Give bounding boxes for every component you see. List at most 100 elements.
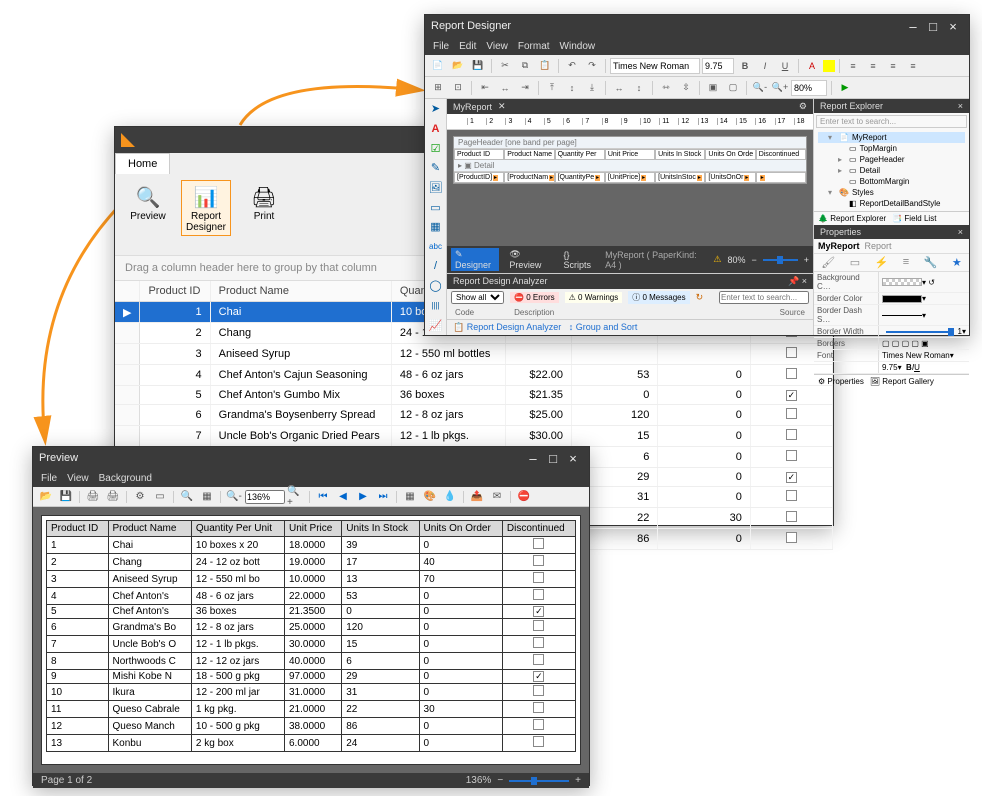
tree-style1[interactable]: ◧ ReportDetailBandStyle <box>818 198 965 209</box>
align-justify-icon[interactable]: ≡ <box>904 57 922 75</box>
line-icon[interactable]: / <box>425 256 446 276</box>
align-left-icon[interactable]: ≡ <box>844 57 862 75</box>
props-object[interactable]: MyReport Report <box>814 239 969 254</box>
bordercolor-swatch[interactable] <box>882 295 922 303</box>
table-icon[interactable]: ▦ <box>425 217 446 237</box>
explorer-close[interactable]: × <box>958 101 963 111</box>
tree-styles[interactable]: ▾🎨 Styles <box>818 187 965 198</box>
print-button[interactable]: 🖨 Print <box>239 180 289 236</box>
prev-color-icon[interactable]: 🎨 <box>421 489 439 505</box>
zoom-out-btn[interactable]: − <box>751 255 756 265</box>
doc-close-icon[interactable]: ✕ <box>498 101 506 112</box>
prev-open-icon[interactable]: 📂 <box>37 489 55 505</box>
view-preview[interactable]: 👁 Preview <box>505 248 553 271</box>
prev-menu-view[interactable]: View <box>67 473 89 484</box>
prop-cat-data[interactable]: ≡ <box>903 256 909 269</box>
prev-email-icon[interactable]: ✉ <box>488 489 506 505</box>
table-row[interactable]: 6Grandma's Boysenberry Spread12 - 8 oz j… <box>115 405 833 426</box>
prev-first-icon[interactable]: ⏮ <box>314 489 332 505</box>
barcode-icon[interactable]: |||| <box>425 296 446 316</box>
redo-icon[interactable]: ↷ <box>583 57 601 75</box>
tree-detail[interactable]: ▸▭ Detail <box>818 165 965 176</box>
status-zoom-in[interactable]: + <box>575 775 581 786</box>
bringfront-icon[interactable]: ▣ <box>704 79 722 97</box>
prev-maximize[interactable]: □ <box>543 451 563 466</box>
open-icon[interactable]: 📂 <box>449 57 467 75</box>
view-scripts[interactable]: {} Scripts <box>560 249 600 271</box>
status-zoom-out[interactable]: − <box>497 775 503 786</box>
font-editor[interactable]: Times New Roman <box>882 351 950 360</box>
menu-format[interactable]: Format <box>518 41 550 52</box>
pointer-icon[interactable]: ➤ <box>425 99 446 119</box>
undo-icon[interactable]: ↶ <box>563 57 581 75</box>
footer-analyzer-tab[interactable]: Report Design Analyzer <box>467 322 562 332</box>
chart-tool-icon[interactable]: 📈 <box>425 315 446 335</box>
save-icon[interactable]: 💾 <box>469 57 487 75</box>
tab-home[interactable]: Home <box>115 153 170 174</box>
preview-button[interactable]: 🔍 Preview <box>123 180 173 236</box>
zoom-select[interactable] <box>791 80 827 96</box>
prop-cat-fav[interactable]: ★ <box>952 256 962 269</box>
prev-find-icon[interactable]: 🔍 <box>178 489 196 505</box>
table-row[interactable]: 7Uncle Bob's Organic Dried Pears12 - 1 l… <box>115 426 833 447</box>
explorer-tab[interactable]: 🌲 Report Explorer <box>818 214 886 223</box>
sameh-icon[interactable]: ↕ <box>630 79 648 97</box>
picture-icon[interactable]: 🖼 <box>425 178 446 198</box>
explorer-tree[interactable]: ▾📄 MyReport ▭ TopMargin ▸▭ PageHeader ▸▭… <box>814 130 969 211</box>
report-page[interactable]: PageHeader [one band per page] Product I… <box>453 136 807 184</box>
run-icon[interactable]: ▶ <box>836 79 854 97</box>
copy-icon[interactable]: ⧉ <box>516 57 534 75</box>
prev-print-icon[interactable]: 🖨 <box>84 489 102 505</box>
detail-band[interactable]: ▸ ▣ Detail <box>454 160 806 172</box>
borderwidth-slider[interactable] <box>886 331 954 333</box>
footer-groupsort-tab[interactable]: Group and Sort <box>576 322 638 332</box>
prev-last-icon[interactable]: ⏭ <box>374 489 392 505</box>
prev-menu-file[interactable]: File <box>41 473 57 484</box>
cut-icon[interactable]: ✂ <box>496 57 514 75</box>
col-product-id[interactable]: Product ID <box>140 281 210 302</box>
shape-icon[interactable]: ◯ <box>425 276 446 296</box>
prev-minimize[interactable]: – <box>523 451 543 466</box>
prop-cat-paint[interactable]: 🖌 <box>821 256 835 269</box>
maximize-button[interactable]: □ <box>923 19 943 34</box>
sendback-icon[interactable]: ▢ <box>724 79 742 97</box>
grid-icon[interactable]: ⊞ <box>429 79 447 97</box>
refresh-icon[interactable]: ↻ <box>696 292 704 303</box>
zoomin-icon[interactable]: 🔍+ <box>771 79 789 97</box>
prop-cat-behavior[interactable]: ⚡ <box>875 256 889 269</box>
alignr-icon[interactable]: ⇥ <box>516 79 534 97</box>
props-tab[interactable]: ⚙ Properties <box>818 377 864 386</box>
tree-bottommargin[interactable]: ▭ BottomMargin <box>818 176 965 187</box>
table-row[interactable]: 3Aniseed Syrup12 - 550 ml bottles <box>115 344 833 365</box>
alignb-icon[interactable]: ⤓ <box>583 79 601 97</box>
snap-icon[interactable]: ⊡ <box>449 79 467 97</box>
vspace-icon[interactable]: ⇳ <box>677 79 695 97</box>
menu-edit[interactable]: Edit <box>459 41 476 52</box>
prop-cat-tools[interactable]: 🔧 <box>924 256 938 269</box>
paste-icon[interactable]: 📋 <box>536 57 554 75</box>
warnings-badge[interactable]: ⚠ 0 Warnings <box>565 292 623 303</box>
pin-icon[interactable]: 📌 <box>788 276 799 286</box>
prop-cat-layout[interactable]: ▭ <box>850 256 860 269</box>
prev-quickprint-icon[interactable]: 🖨 <box>104 489 122 505</box>
minimize-button[interactable]: – <box>903 19 923 34</box>
detail-cells-row[interactable]: [ProductID]▸[ProductNam▸[QuantityPe▸[Uni… <box>454 172 806 183</box>
alignc-icon[interactable]: ↔ <box>496 79 514 97</box>
messages-badge[interactable]: ⓘ 0 Messages <box>628 291 689 304</box>
table-row[interactable]: 5Chef Anton's Gumbo Mix36 boxes$21.3500✓ <box>115 386 833 405</box>
fieldlist-tab[interactable]: 📑 Field List <box>892 214 936 223</box>
menu-window[interactable]: Window <box>560 41 596 52</box>
bgcolor-swatch[interactable] <box>882 278 922 286</box>
backcolor-icon[interactable] <box>823 60 835 72</box>
prev-stop-icon[interactable]: ⛔ <box>515 489 533 505</box>
close-button[interactable]: × <box>943 19 963 34</box>
zoom-in-btn[interactable]: + <box>804 255 809 265</box>
bold-icon[interactable]: B <box>736 57 754 75</box>
tree-topmargin[interactable]: ▭ TopMargin <box>818 143 965 154</box>
prev-zoomin-icon[interactable]: 🔍+ <box>287 489 305 505</box>
forecolor-icon[interactable]: A <box>803 57 821 75</box>
prev-prev-icon[interactable]: ◀ <box>334 489 352 505</box>
col-product-name[interactable]: Product Name <box>210 281 391 302</box>
checkbox-icon[interactable]: ☑ <box>425 138 446 158</box>
italic-icon[interactable]: I <box>756 57 774 75</box>
